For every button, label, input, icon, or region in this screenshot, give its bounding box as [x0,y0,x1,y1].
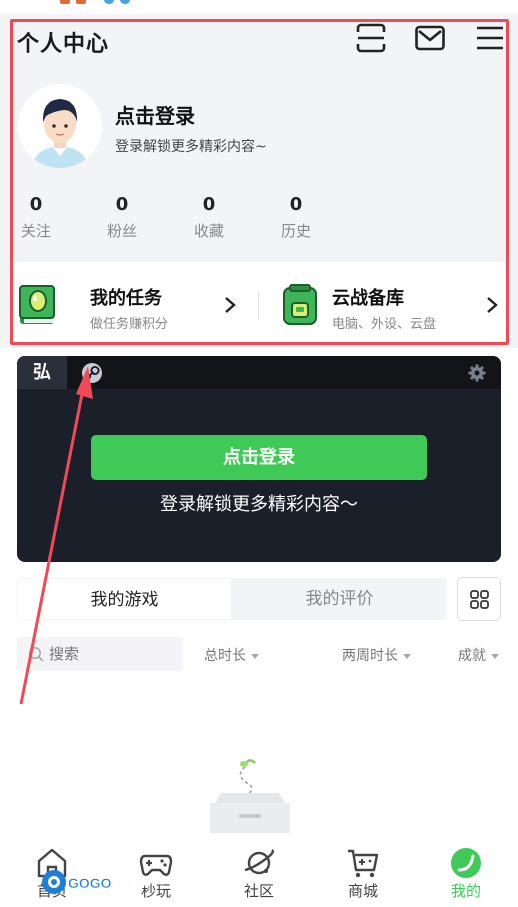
planet-icon [244,849,275,875]
stat-following[interactable]: 0 关注 [14,194,58,241]
watermark-text: GOGO手游网 [68,875,150,891]
nav-label: 我的 [450,882,481,900]
stat-value: 0 [29,194,43,215]
stat-label: 历史 [280,222,311,240]
scan-icon[interactable] [355,22,387,54]
steam-panel: 弘 点击登录 登录解锁更多精彩内容～ [17,356,501,562]
card-title-tasks[interactable]: 我的任务 [90,284,162,310]
sort-total-time[interactable]: 总时长 [204,645,259,665]
nav-label: 商城 [347,882,378,900]
stat-label: 关注 [20,222,51,240]
chevron-right-icon[interactable] [224,296,236,314]
profile-leaf-icon [451,848,481,878]
menu-icon[interactable] [474,22,506,54]
tab-my-games[interactable]: 我的游戏 [17,578,232,620]
sort-label: 成就 [458,648,486,664]
card-divider [258,292,259,320]
stat-value: 0 [115,194,129,215]
card-subtitle-tasks: 做任务赚积分 [90,317,169,332]
top-status-strip [0,0,518,10]
caret-down-icon [491,653,499,659]
chevron-right-icon[interactable] [486,296,498,314]
steam-icon[interactable] [81,362,103,384]
card-subtitle-cloud: 电脑、外设、云盘 [332,317,437,332]
steam-tab-account[interactable]: 弘 [17,356,67,389]
task-book-icon [19,285,55,324]
avatar[interactable] [18,84,102,168]
steam-login-subtitle: 登录解锁更多精彩内容～ [160,494,358,515]
login-title[interactable]: 点击登录 [115,100,195,129]
empty-box-icon [210,759,290,833]
grid-view-button[interactable] [457,577,501,621]
gear-icon[interactable] [468,364,486,382]
sort-label: 总时长 [204,648,246,664]
page-title: 个人中心 [17,32,110,57]
sort-achievements[interactable]: 成就 [458,645,499,665]
nav-community[interactable]: 社区 [207,838,311,907]
caret-down-icon [403,653,411,659]
search-icon [29,647,44,662]
games-segment: 我的游戏 我的评价 [17,578,447,620]
caret-down-icon [251,653,259,659]
tab-my-reviews[interactable]: 我的评价 [232,578,447,620]
search-input[interactable] [49,637,179,671]
card-title-cloud[interactable]: 云战备库 [332,284,404,310]
steam-login-button[interactable]: 点击登录 [91,435,427,480]
search-box[interactable] [17,637,183,671]
nav-store[interactable]: 商城 [311,838,415,907]
watermark-logo: GOGO手游网 [40,868,154,896]
stat-label: 收藏 [193,222,224,240]
stat-favorites[interactable]: 0 收藏 [187,194,231,241]
cart-icon [348,849,379,878]
nav-mine[interactable]: 我的 [414,838,518,907]
backpack-icon [283,284,317,325]
stat-value: 0 [289,194,303,215]
nav-label: 社区 [243,882,274,900]
mail-icon[interactable] [414,22,446,54]
grid-icon [470,590,489,609]
sort-two-week-time[interactable]: 两周时长 [342,645,411,665]
stat-label: 粉丝 [106,222,137,240]
stat-history[interactable]: 0 历史 [274,194,318,241]
sort-label: 两周时长 [342,648,398,664]
stat-value: 0 [202,194,216,215]
stat-fans[interactable]: 0 粉丝 [100,194,144,241]
login-subtitle: 登录解锁更多精彩内容~ [115,139,267,155]
